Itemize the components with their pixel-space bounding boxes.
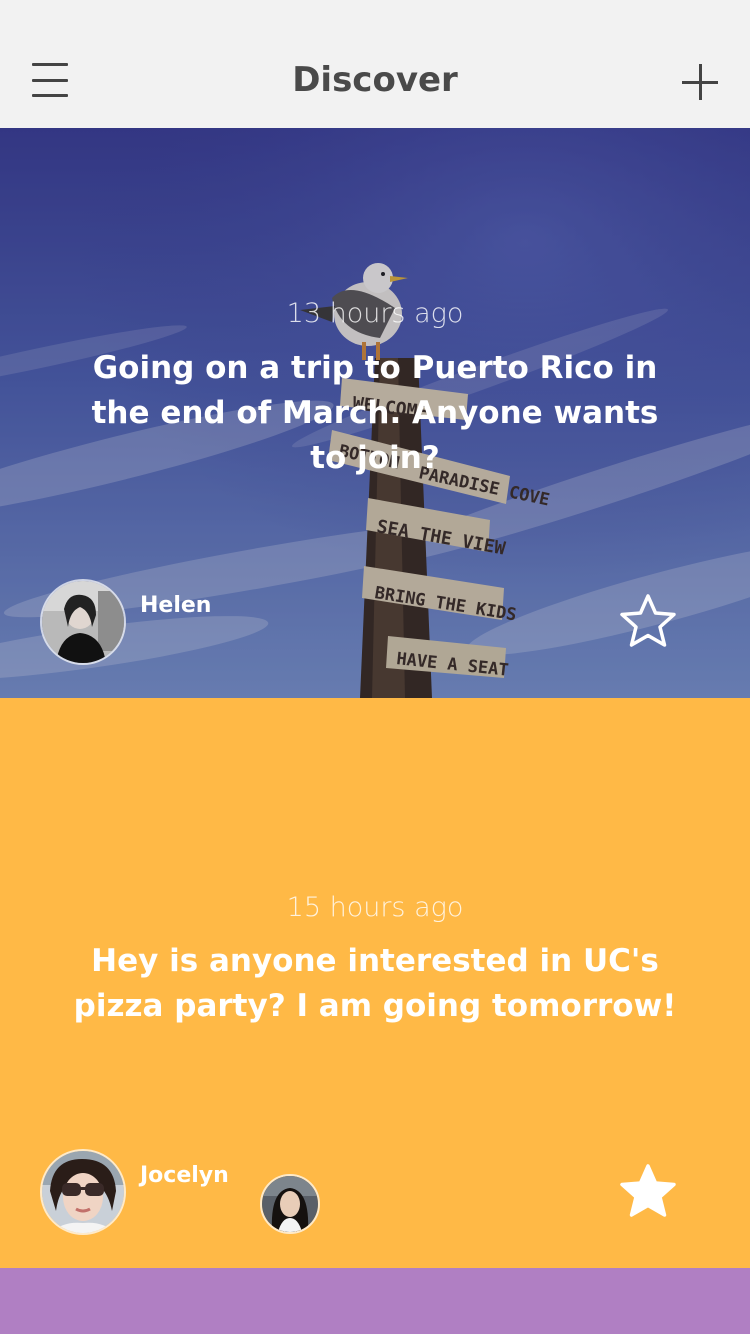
avatar-photo <box>262 1176 318 1232</box>
avatar[interactable] <box>40 1149 126 1235</box>
author-name[interactable]: Jocelyn <box>140 1163 229 1188</box>
post-timestamp: 13 hours ago <box>286 298 464 329</box>
post-timestamp: 15 hours ago <box>286 892 464 923</box>
post-text: Hey is anyone interested in UC's pizza p… <box>73 943 677 1024</box>
top-navigation-bar: Discover <box>0 0 750 128</box>
avatar-photo <box>42 581 124 663</box>
avatar-photo <box>42 1151 124 1233</box>
participant-avatar[interactable] <box>260 1174 320 1234</box>
add-post-plus-icon[interactable] <box>682 64 718 100</box>
star-filled-icon[interactable] <box>618 1162 678 1218</box>
star-outline-icon[interactable] <box>618 592 678 648</box>
post-card[interactable] <box>0 1268 750 1334</box>
author-name[interactable]: Helen <box>140 593 211 618</box>
post-card[interactable]: 15 hours ago Hey is anyone interested in… <box>0 698 750 1268</box>
page-title: Discover <box>292 60 458 100</box>
avatar[interactable] <box>40 579 126 665</box>
post-card[interactable]: WELCOME BOTTOM PARADISE COVE SEA THE VIE… <box>0 128 750 698</box>
post-text: Going on a trip to Puerto Rico in the en… <box>91 350 659 476</box>
